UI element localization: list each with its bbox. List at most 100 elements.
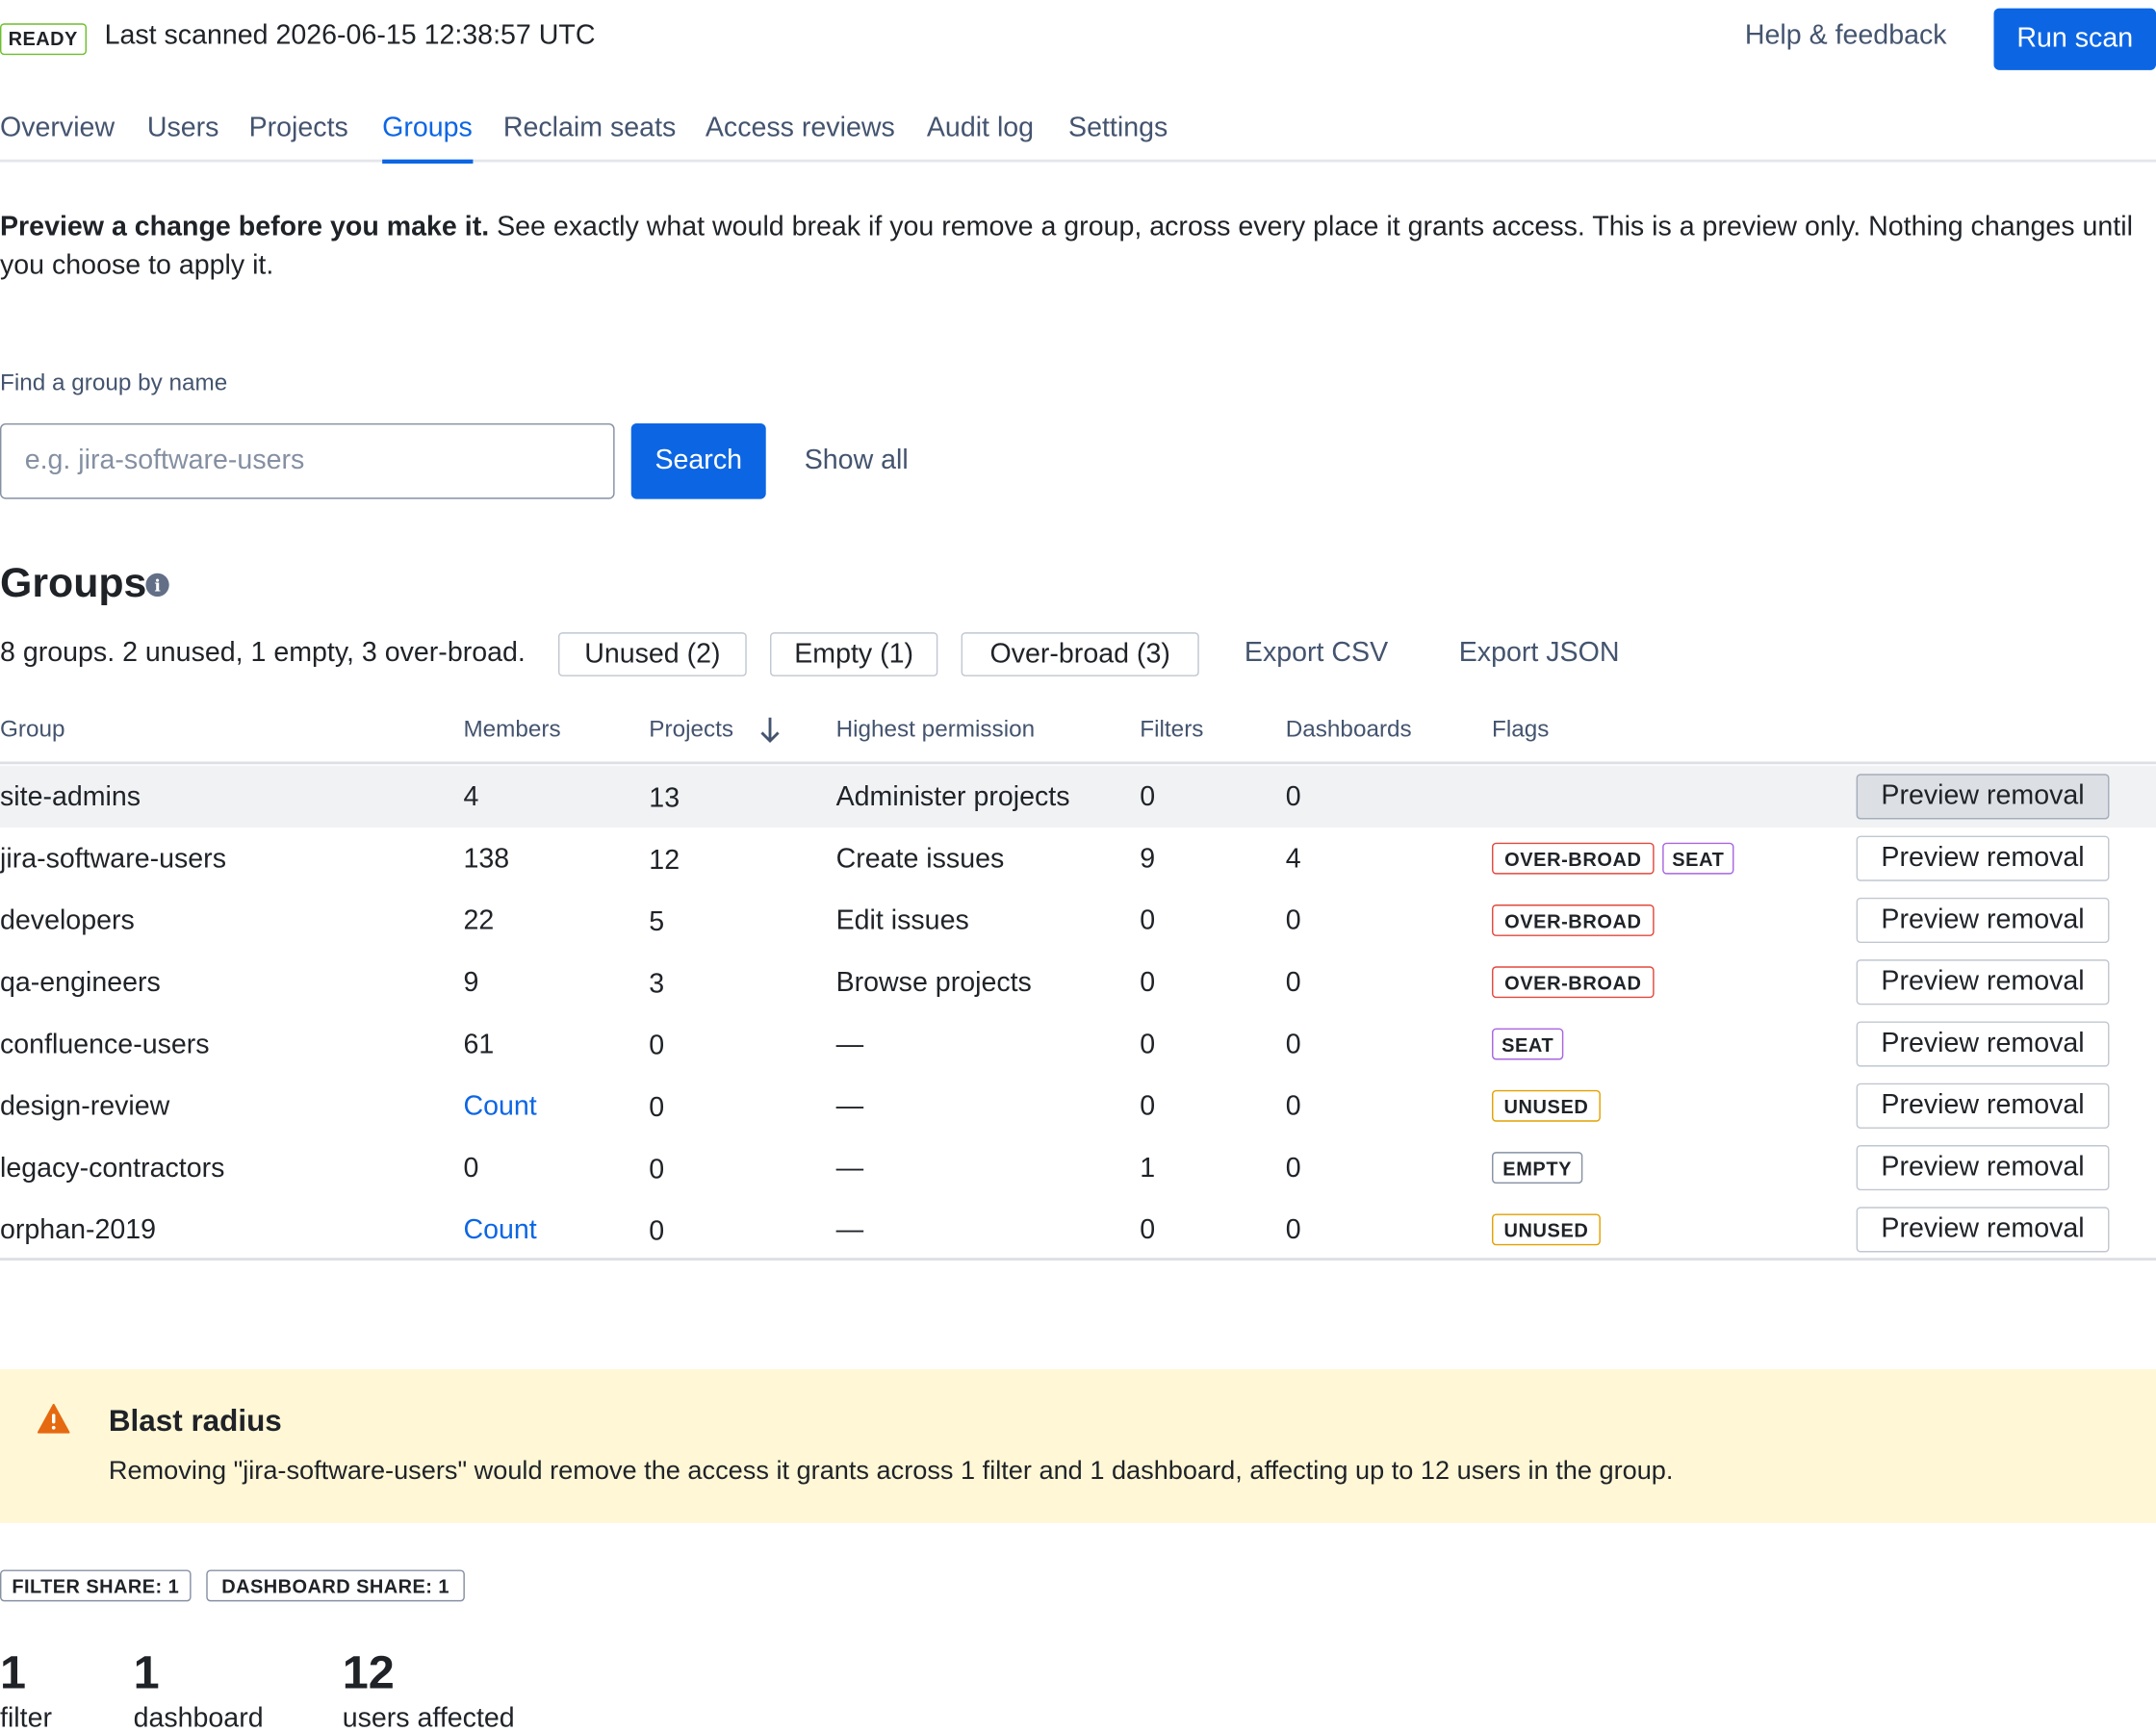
filter-over-broad-button[interactable]: Over-broad (3) xyxy=(961,632,1199,676)
run-scan-button[interactable]: Run scan xyxy=(1993,8,2156,70)
filter-empty-button[interactable]: Empty (1) xyxy=(770,632,938,676)
flag-badge-over: OVER-BROAD xyxy=(1492,842,1655,875)
preview-removal-button[interactable]: Preview removal xyxy=(1856,1021,2110,1067)
stat-users-value: 12 xyxy=(342,1646,395,1699)
column-header-members[interactable]: Members xyxy=(463,716,560,744)
permission-cell: — xyxy=(835,1030,864,1060)
preview-removal-button[interactable]: Preview removal xyxy=(1856,774,2110,820)
tab-bar: Overview Users Projects Groups Reclaim s… xyxy=(0,105,2156,165)
projects-cell: 0 xyxy=(649,1031,665,1061)
filters-cell: 0 xyxy=(1140,1091,1156,1122)
group-name-cell: site-admins xyxy=(0,781,141,813)
tab-projects[interactable]: Projects xyxy=(249,113,348,144)
show-all-link[interactable]: Show all xyxy=(805,446,909,477)
column-header-group[interactable]: Group xyxy=(0,716,65,744)
stat-users-label: users affected xyxy=(342,1703,515,1732)
export-csv-link[interactable]: Export CSV xyxy=(1245,638,1388,670)
members-count-link[interactable]: Count xyxy=(463,1215,536,1247)
projects-cell: 0 xyxy=(649,1155,665,1185)
help-feedback-link[interactable]: Help & feedback xyxy=(1745,20,1947,52)
projects-cell: 3 xyxy=(649,969,665,1000)
dashboards-cell: 0 xyxy=(1285,967,1301,999)
tab-overview[interactable]: Overview xyxy=(0,113,115,144)
table-row: confluence-users 61 0 — 0 0 SEAT Preview remova… xyxy=(0,1013,2156,1075)
tab-settings[interactable]: Settings xyxy=(1068,113,1168,144)
permission-cell: — xyxy=(835,1091,864,1122)
preview-removal-button[interactable]: Preview removal xyxy=(1856,1145,2110,1191)
column-header-highest-permission[interactable]: Highest permission xyxy=(836,716,1036,744)
permission-cell: Create issues xyxy=(835,844,1005,875)
permission-cell: — xyxy=(835,1153,864,1184)
search-input[interactable] xyxy=(0,423,615,499)
filters-cell: 0 xyxy=(1140,781,1156,813)
blast-radius-panel xyxy=(0,1368,2156,1523)
tab-reclaim-seats[interactable]: Reclaim seats xyxy=(503,113,676,144)
flag-badge-unused: UNUSED xyxy=(1492,1213,1601,1246)
search-button[interactable]: Search xyxy=(630,423,766,499)
filters-cell: 0 xyxy=(1140,905,1156,936)
preview-removal-button[interactable]: Preview removal xyxy=(1856,897,2110,944)
column-header-filters[interactable]: Filters xyxy=(1140,716,1203,744)
flag-badge-unused: UNUSED xyxy=(1492,1089,1601,1122)
projects-cell: 0 xyxy=(649,1216,665,1247)
search-label: Find a group by name xyxy=(0,369,228,396)
group-name-cell: developers xyxy=(0,905,135,936)
preview-removal-button[interactable]: Preview removal xyxy=(1856,1207,2110,1253)
dashboards-cell: 4 xyxy=(1285,844,1301,875)
table-header-divider xyxy=(0,761,2156,765)
members-cell: 4 xyxy=(463,781,479,813)
info-icon[interactable]: i xyxy=(145,573,169,598)
status-badge: READY xyxy=(0,23,87,56)
warning-icon xyxy=(37,1403,70,1434)
stat-filter-label: filter xyxy=(0,1703,52,1732)
flag-badge-over: OVER-BROAD xyxy=(1492,966,1655,999)
column-header-projects[interactable]: Projects xyxy=(649,716,733,744)
members-count-link[interactable]: Count xyxy=(463,1091,536,1123)
table-row: legacy-contractors 0 0 — 1 0 EMPTY Preview remo… xyxy=(0,1136,2156,1198)
last-scanned-text: Last scanned 2026-06-15 12:38:57 UTC xyxy=(104,20,596,51)
arrow-down-icon[interactable] xyxy=(757,713,784,746)
export-json-link[interactable]: Export JSON xyxy=(1459,638,1620,670)
members-cell: 61 xyxy=(463,1030,495,1060)
projects-cell: 13 xyxy=(649,783,680,814)
preview-removal-button[interactable]: Preview removal xyxy=(1856,1082,2110,1129)
column-header-flags: Flags xyxy=(1492,716,1550,743)
permission-cell: — xyxy=(835,1214,864,1246)
preview-removal-button[interactable]: Preview removal xyxy=(1856,835,2110,881)
groups-summary: 8 groups. 2 unused, 1 empty, 3 over-broa… xyxy=(0,637,526,669)
tab-groups[interactable]: Groups xyxy=(382,113,473,165)
group-name-cell: orphan-2019 xyxy=(0,1214,157,1246)
flag-badge-seat: SEAT xyxy=(1662,842,1734,875)
flag-badge-seat: SEAT xyxy=(1492,1028,1564,1060)
table-row: qa-engineers 9 3 Browse projects 0 0 OVER-BROA… xyxy=(0,952,2156,1013)
dashboards-cell: 0 xyxy=(1285,781,1301,813)
blast-radius-title: Blast radius xyxy=(108,1403,282,1439)
top-bar: READY Last scanned 2026-06-15 12:38:57 U… xyxy=(0,0,2156,77)
projects-cell: 0 xyxy=(649,1092,665,1124)
dashboards-cell: 0 xyxy=(1285,1153,1301,1184)
intro-text: Preview a change before you make it. See… xyxy=(0,208,2156,285)
filter-unused-button[interactable]: Unused (2) xyxy=(558,632,747,676)
filters-cell: 9 xyxy=(1140,844,1156,875)
preview-removal-button[interactable]: Preview removal xyxy=(1856,959,2110,1006)
groups-heading: Groups xyxy=(0,560,147,607)
permission-cell: Edit issues xyxy=(835,905,969,936)
members-cell: 0 xyxy=(463,1153,479,1184)
group-name-cell: jira-software-users xyxy=(0,844,226,875)
column-header-dashboards[interactable]: Dashboards xyxy=(1286,716,1412,744)
members-cell: 138 xyxy=(463,844,510,875)
group-name-cell: confluence-users xyxy=(0,1030,210,1060)
flag-badge-over: OVER-BROAD xyxy=(1492,904,1655,936)
tab-users[interactable]: Users xyxy=(147,113,219,144)
dashboards-cell: 0 xyxy=(1285,905,1301,936)
projects-cell: 12 xyxy=(649,845,680,877)
dashboards-cell: 0 xyxy=(1285,1214,1301,1246)
group-name-cell: design-review xyxy=(0,1091,170,1122)
table-row: orphan-2019 Count 0 — 0 0 UNUSED Preview remova… xyxy=(0,1199,2156,1261)
members-cell: 22 xyxy=(463,905,495,936)
stat-dashboard-value: 1 xyxy=(133,1646,160,1699)
tab-access-reviews[interactable]: Access reviews xyxy=(706,113,895,144)
table-bottom-divider xyxy=(0,1258,2156,1261)
tab-audit-log[interactable]: Audit log xyxy=(927,113,1034,144)
intro-lead: Preview a change before you make it. xyxy=(0,212,490,242)
